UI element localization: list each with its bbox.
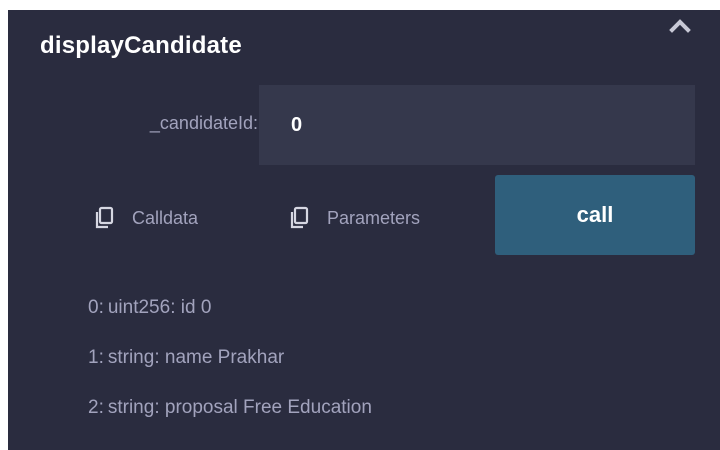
chevron-up-icon[interactable] xyxy=(666,12,694,40)
function-title: displayCandidate xyxy=(40,32,242,59)
copy-icon xyxy=(290,206,309,229)
call-button[interactable]: call xyxy=(495,175,695,255)
result-item: 2: string: proposal Free Education xyxy=(88,398,372,418)
copy-icon xyxy=(95,206,114,229)
parameter-row: _candidateId: xyxy=(8,85,720,165)
result-index: 0: xyxy=(88,297,104,318)
copy-calldata-button[interactable]: Calldata xyxy=(94,203,198,233)
result-item: 0: uint256: id 0 xyxy=(88,298,372,318)
result-text: uint256: id 0 xyxy=(107,297,212,318)
result-index: 2: xyxy=(88,397,104,418)
parameters-label: Parameters xyxy=(327,207,421,228)
result-text: string: name Prakhar xyxy=(107,347,285,368)
copy-parameters-button[interactable]: Parameters xyxy=(289,203,420,233)
result-index: 1: xyxy=(88,347,104,368)
parameter-label: _candidateId: xyxy=(149,113,258,133)
function-panel: displayCandidate _candidateId: Calldata … xyxy=(8,10,720,450)
calldata-label: Calldata xyxy=(132,207,199,228)
results-list: 0: uint256: id 0 1: string: name Prakhar 2… xyxy=(88,298,372,448)
result-item: 1: string: name Prakhar xyxy=(88,348,372,368)
result-text: string: proposal Free Education xyxy=(107,397,372,418)
candidate-id-input[interactable] xyxy=(259,85,695,165)
